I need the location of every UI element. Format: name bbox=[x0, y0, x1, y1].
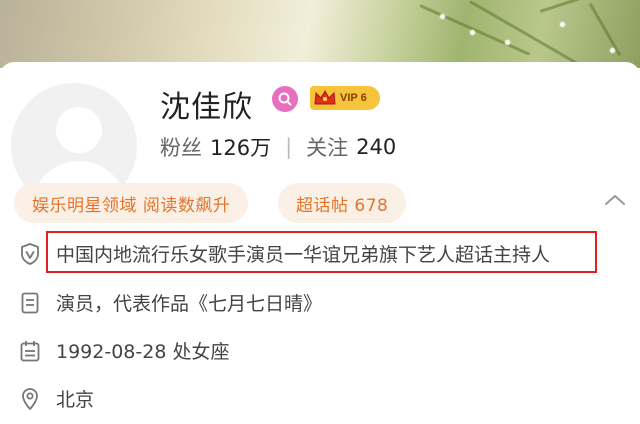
profile-card: 沈佳欣 VIP 6 粉丝 126万 | 关注 240 娱乐明星领域 阅读数飙升 … bbox=[0, 62, 640, 424]
search-badge-icon[interactable] bbox=[272, 86, 298, 112]
location-text: 北京 bbox=[56, 389, 95, 411]
intro-text: 演员，代表作品《七月七日晴》 bbox=[56, 293, 323, 315]
location-pin-icon bbox=[18, 387, 42, 411]
water-drop bbox=[505, 40, 510, 45]
location-row: 北京 bbox=[18, 385, 94, 412]
annotation-highlight-box bbox=[46, 231, 597, 273]
water-drop bbox=[610, 48, 615, 53]
shield-v-icon bbox=[18, 242, 42, 266]
grass-blade bbox=[588, 2, 622, 57]
water-drop bbox=[470, 30, 475, 35]
cover-banner[interactable] bbox=[0, 0, 640, 68]
follow-count[interactable]: 240 bbox=[356, 135, 396, 159]
grass-blade bbox=[419, 4, 531, 56]
document-icon bbox=[18, 291, 42, 315]
follow-label[interactable]: 关注 bbox=[306, 132, 348, 162]
super-topic-tag[interactable]: 超话帖 678 bbox=[278, 183, 407, 223]
vip-level-label: VIP 6 bbox=[340, 92, 367, 104]
vip-badge[interactable]: VIP 6 bbox=[310, 86, 380, 110]
profile-name: 沈佳欣 bbox=[160, 90, 253, 125]
domain-tag[interactable]: 娱乐明星领域 阅读数飙升 bbox=[14, 183, 249, 223]
birthday-text: 1992-08-28 处女座 bbox=[56, 341, 230, 363]
follow-stats: 粉丝 126万 | 关注 240 bbox=[160, 132, 396, 162]
stats-divider: | bbox=[285, 135, 293, 159]
crown-icon bbox=[310, 86, 340, 110]
avatar-placeholder-head bbox=[56, 107, 102, 153]
fans-count[interactable]: 126万 bbox=[210, 132, 271, 162]
water-drop bbox=[440, 14, 445, 19]
calendar-icon bbox=[18, 339, 42, 363]
chevron-up-icon[interactable] bbox=[604, 192, 626, 208]
fans-label[interactable]: 粉丝 bbox=[160, 132, 202, 162]
water-drop bbox=[560, 22, 565, 27]
birthday-row: 1992-08-28 处女座 bbox=[18, 337, 229, 364]
intro-row: 演员，代表作品《七月七日晴》 bbox=[18, 289, 322, 316]
